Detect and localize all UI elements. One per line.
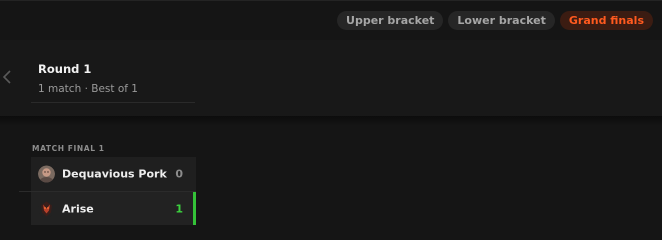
match-label: MATCH FINAL 1 [32,144,105,153]
round-divider [31,102,195,103]
team-score: 1 [175,202,183,215]
team-row-2[interactable]: Arise 1 [31,192,196,225]
chevron-left-icon[interactable] [1,69,13,85]
team-row-1[interactable]: Dequavious Pork 0 [31,157,196,191]
winner-indicator [193,192,196,225]
top-divider [0,0,662,1]
round-subtitle: 1 match · Best of 1 [38,83,138,95]
team-name: Arise [62,202,94,215]
bracket-filter-tabs: Upper bracket Lower bracket Grand finals [337,11,653,30]
round-header [0,40,662,116]
player-avatar-icon [38,165,55,183]
team-logo-icon [38,200,55,217]
tab-grand-finals[interactable]: Grand finals [559,11,653,30]
tab-upper-bracket[interactable]: Upper bracket [337,11,444,30]
team-score: 0 [175,167,183,181]
team-name: Dequavious Pork [62,167,167,181]
section-separator [0,116,662,126]
tab-lower-bracket[interactable]: Lower bracket [448,11,555,30]
round-title: Round 1 [38,62,92,76]
match-card[interactable]: Dequavious Pork 0 Arise 1 [31,157,196,225]
